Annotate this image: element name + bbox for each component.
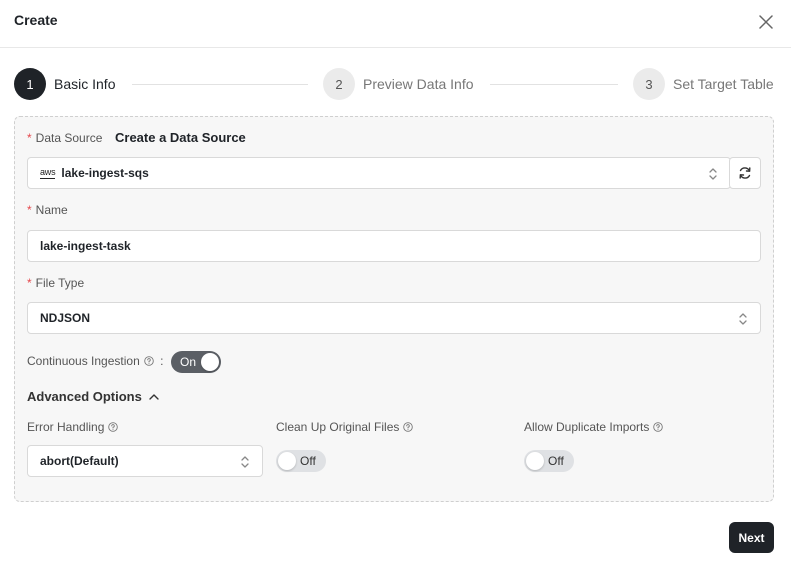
step-number: 3	[633, 68, 665, 100]
modal-header: Create	[0, 0, 791, 48]
toggle-knob	[526, 452, 544, 470]
create-data-source-link[interactable]: Create a Data Source	[115, 130, 246, 145]
modal-title: Create	[14, 12, 58, 28]
help-icon[interactable]	[403, 422, 414, 432]
file-type-select[interactable]: NDJSON	[27, 302, 761, 334]
chevron-updown-icon	[709, 168, 717, 180]
error-handling-value: abort(Default)	[40, 454, 119, 468]
chevron-up-icon	[149, 393, 159, 400]
aws-logo-icon: aws	[40, 166, 56, 179]
file-type-value: NDJSON	[40, 311, 91, 325]
allow-duplicate-imports-label: Allow Duplicate Imports	[524, 420, 664, 434]
continuous-ingestion-toggle[interactable]: On	[171, 351, 221, 373]
clean-up-original-files-label: Clean Up Original Files	[276, 420, 414, 434]
next-button[interactable]: Next	[729, 522, 774, 553]
step-label: Set Target Table	[673, 76, 774, 92]
advanced-options-label: Advanced Options	[27, 389, 142, 404]
step-preview-data-info: 2 Preview Data Info	[323, 68, 474, 100]
advanced-options-toggle[interactable]: Advanced Options	[27, 389, 160, 404]
help-icon[interactable]	[653, 422, 664, 432]
step-number: 1	[14, 68, 46, 100]
error-handling-select[interactable]: abort(Default)	[27, 445, 263, 477]
chevron-updown-icon	[241, 456, 249, 468]
step-label: Preview Data Info	[363, 76, 474, 92]
step-basic-info: 1 Basic Info	[14, 68, 115, 100]
toggle-text: On	[180, 355, 197, 369]
name-input[interactable]: lake-ingest-task	[27, 230, 761, 262]
data-source-label: * Data Source	[27, 131, 103, 145]
refresh-button[interactable]	[729, 157, 761, 189]
data-source-value: lake-ingest-sqs	[61, 166, 149, 180]
allow-duplicate-imports-toggle[interactable]: Off	[524, 450, 574, 472]
step-connector	[490, 84, 618, 85]
refresh-icon	[739, 167, 751, 179]
help-icon[interactable]	[108, 422, 119, 432]
continuous-ingestion-label: Continuous Ingestion :	[27, 354, 164, 368]
step-connector	[132, 84, 308, 85]
toggle-text: Off	[548, 454, 564, 468]
error-handling-label: Error Handling	[27, 420, 119, 434]
close-icon[interactable]	[756, 12, 776, 32]
name-label: * Name	[27, 203, 68, 217]
step-number: 2	[323, 68, 355, 100]
step-label: Basic Info	[54, 76, 116, 92]
toggle-text: Off	[300, 454, 316, 468]
clean-up-original-files-toggle[interactable]: Off	[276, 450, 326, 472]
name-value: lake-ingest-task	[40, 239, 131, 253]
toggle-knob	[278, 452, 296, 470]
form-panel: * Data Source Create a Data Source aws la…	[14, 116, 774, 502]
steps-progress: 1 Basic Info 2 Preview Data Info 3 Set T…	[14, 68, 774, 100]
data-source-select[interactable]: aws lake-ingest-sqs	[27, 157, 731, 189]
toggle-knob	[201, 353, 219, 371]
file-type-label: * File Type	[27, 276, 85, 290]
help-icon[interactable]	[143, 356, 154, 366]
chevron-updown-icon	[739, 313, 747, 325]
step-set-target-table: 3 Set Target Table	[633, 68, 774, 100]
